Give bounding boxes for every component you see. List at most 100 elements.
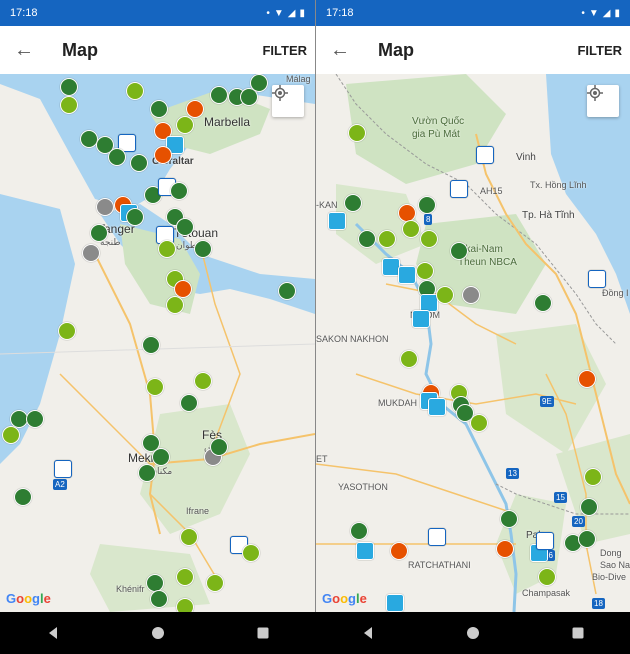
battery-icon: ▮ — [299, 7, 305, 19]
campsite-marker[interactable] — [450, 242, 468, 260]
photo-marker[interactable] — [398, 266, 416, 284]
campsite-marker[interactable] — [418, 196, 436, 214]
wild-camp-marker[interactable] — [194, 372, 212, 390]
wild-camp-marker[interactable] — [538, 568, 556, 586]
wild-camp-marker[interactable] — [470, 414, 488, 432]
hut-marker[interactable] — [476, 146, 494, 164]
filter-button[interactable]: FILTER — [577, 43, 622, 58]
wild-camp-marker[interactable] — [58, 322, 76, 340]
hut-marker[interactable] — [536, 532, 554, 550]
nav-recents-button[interactable] — [568, 623, 588, 643]
wild-camp-marker[interactable] — [348, 124, 366, 142]
campsite-marker[interactable] — [142, 336, 160, 354]
service-marker[interactable] — [398, 204, 416, 222]
nav-back-button[interactable] — [43, 623, 63, 643]
other-marker[interactable] — [82, 244, 100, 262]
signal-icon: ◢ — [602, 7, 611, 19]
arrow-left-icon: ← — [330, 38, 350, 61]
wild-camp-marker[interactable] — [584, 468, 602, 486]
campsite-marker[interactable] — [578, 530, 596, 548]
campsite-marker[interactable] — [500, 510, 518, 528]
campsite-marker[interactable] — [130, 154, 148, 172]
filter-button[interactable]: FILTER — [262, 43, 307, 58]
service-marker[interactable] — [154, 146, 172, 164]
campsite-marker[interactable] — [534, 294, 552, 312]
nav-home-button[interactable] — [148, 623, 168, 643]
campsite-marker[interactable] — [150, 100, 168, 118]
campsite-marker[interactable] — [150, 590, 168, 608]
campsite-marker[interactable] — [210, 438, 228, 456]
wild-camp-marker[interactable] — [402, 220, 420, 238]
campsite-marker[interactable] — [278, 282, 296, 300]
other-marker[interactable] — [462, 286, 480, 304]
service-marker[interactable] — [578, 370, 596, 388]
wild-camp-marker[interactable] — [60, 96, 78, 114]
label-et: ET — [316, 454, 328, 464]
service-marker[interactable] — [390, 542, 408, 560]
campsite-marker[interactable] — [350, 522, 368, 540]
campsite-marker[interactable] — [176, 218, 194, 236]
campsite-marker[interactable] — [14, 488, 32, 506]
campsite-marker[interactable] — [344, 194, 362, 212]
campsite-marker[interactable] — [210, 86, 228, 104]
notification-dot-icon: • — [266, 7, 270, 19]
label-malaga: Málag — [286, 74, 311, 84]
wild-camp-marker[interactable] — [126, 82, 144, 100]
hut-marker[interactable] — [428, 528, 446, 546]
campsite-marker[interactable] — [250, 74, 268, 92]
label-ratchathani: RATCHATHANI — [408, 560, 471, 570]
back-button[interactable]: ← — [8, 34, 40, 66]
photo-marker[interactable] — [386, 594, 404, 612]
service-marker[interactable] — [186, 100, 204, 118]
wild-camp-marker[interactable] — [378, 230, 396, 248]
service-marker[interactable] — [496, 540, 514, 558]
nav-home-button[interactable] — [463, 623, 483, 643]
hut-marker[interactable] — [450, 180, 468, 198]
wild-camp-marker[interactable] — [420, 230, 438, 248]
wild-camp-marker[interactable] — [436, 286, 454, 304]
wild-camp-marker[interactable] — [2, 426, 20, 444]
wild-camp-marker[interactable] — [400, 350, 418, 368]
campsite-marker[interactable] — [60, 78, 78, 96]
campsite-marker[interactable] — [138, 464, 156, 482]
wild-camp-marker[interactable] — [206, 574, 224, 592]
route-13-shield: 13 — [506, 468, 519, 479]
wild-camp-marker[interactable] — [176, 568, 194, 586]
nav-recents-button[interactable] — [253, 623, 273, 643]
photo-marker[interactable] — [428, 398, 446, 416]
app-bar: ← Map FILTER — [316, 26, 630, 74]
map-view[interactable]: Vườn Quốc gia Pù Mát Vinh AH15 Tx. Hồng … — [316, 74, 630, 612]
wild-camp-marker[interactable] — [180, 528, 198, 546]
my-location-button[interactable] — [587, 85, 619, 117]
wild-camp-marker[interactable] — [166, 296, 184, 314]
wild-camp-marker[interactable] — [158, 240, 176, 258]
campsite-marker[interactable] — [146, 574, 164, 592]
campsite-marker[interactable] — [358, 230, 376, 248]
campsite-marker[interactable] — [580, 498, 598, 516]
campsite-marker[interactable] — [90, 224, 108, 242]
campsite-marker[interactable] — [170, 182, 188, 200]
campsite-marker[interactable] — [26, 410, 44, 428]
label-vuon-quoc: Vườn Quốc — [412, 116, 465, 127]
map-view[interactable]: Marbella Málag Gibraltar Tétouan تطوان T… — [0, 74, 315, 612]
back-button[interactable]: ← — [324, 34, 356, 66]
wild-camp-marker[interactable] — [176, 598, 194, 612]
wild-camp-marker[interactable] — [146, 378, 164, 396]
route-20-shield: 20 — [572, 516, 585, 527]
campsite-marker[interactable] — [180, 394, 198, 412]
nav-back-button[interactable] — [358, 623, 378, 643]
other-marker[interactable] — [96, 198, 114, 216]
photo-marker[interactable] — [356, 542, 374, 560]
hut-marker[interactable] — [588, 270, 606, 288]
my-location-button[interactable] — [272, 85, 304, 117]
wild-camp-marker[interactable] — [416, 262, 434, 280]
photo-marker[interactable] — [328, 212, 346, 230]
hut-marker[interactable] — [54, 460, 72, 478]
wild-camp-marker[interactable] — [176, 116, 194, 134]
campsite-marker[interactable] — [152, 448, 170, 466]
campsite-marker[interactable] — [108, 148, 126, 166]
wild-camp-marker[interactable] — [242, 544, 260, 562]
photo-marker[interactable] — [412, 310, 430, 328]
campsite-marker[interactable] — [126, 208, 144, 226]
campsite-marker[interactable] — [194, 240, 212, 258]
